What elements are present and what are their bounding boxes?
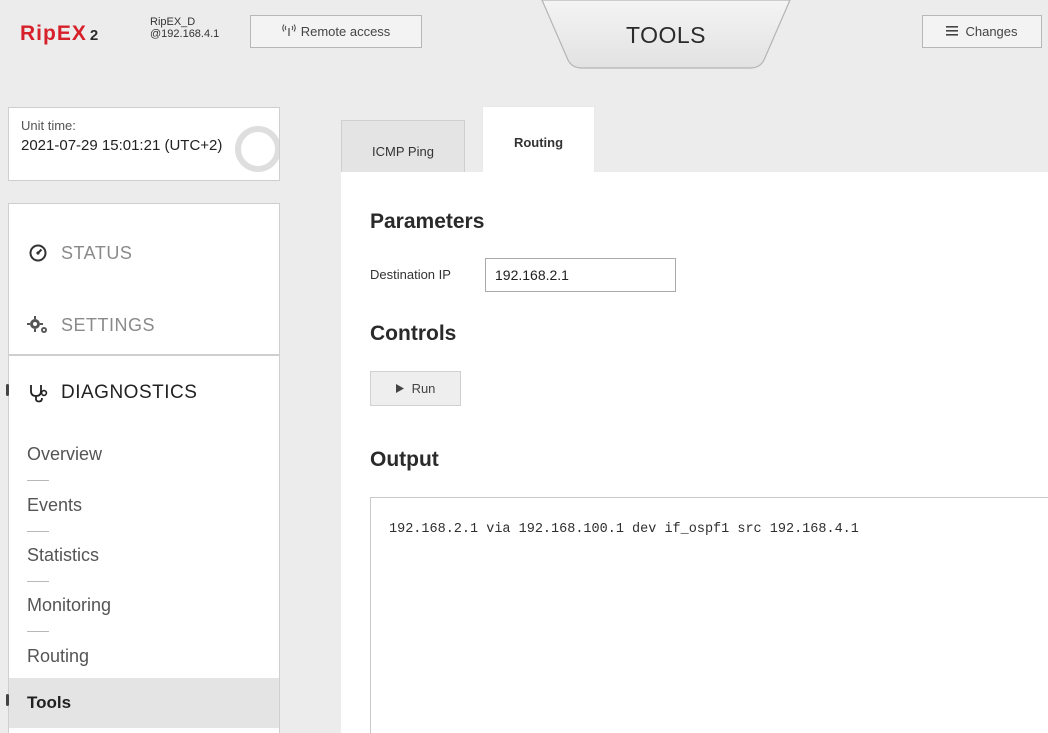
sidebar-item-label: Overview xyxy=(27,443,103,464)
ripex-logo: RipEX 2 xyxy=(20,22,99,46)
run-button[interactable]: Run xyxy=(370,371,461,406)
nav-item-diagnostics[interactable]: DIAGNOSTICS xyxy=(9,362,279,424)
unit-time-panel: Unit time: 2021-07-29 15:01:21 (UTC+2) xyxy=(8,107,280,181)
top-header: RipEX 2 RipEX_D @192.168.4.1 Remote acces… xyxy=(0,0,1048,70)
tab-routing[interactable]: Routing xyxy=(482,106,595,172)
nav-status-label: STATUS xyxy=(61,242,133,263)
gears-icon xyxy=(27,316,49,334)
tab-icmp-ping[interactable]: ICMP Ping xyxy=(341,120,465,172)
nav-diagnostics-label: DIAGNOSTICS xyxy=(61,382,198,403)
changes-label: Changes xyxy=(965,24,1018,39)
diagnostics-marker xyxy=(6,384,9,396)
page-title-tab: TOOLS xyxy=(536,0,796,70)
remote-access-button[interactable]: Remote access xyxy=(250,15,422,48)
remote-access-label: Remote access xyxy=(300,24,391,39)
logo-text: RipEX xyxy=(20,22,87,45)
sidebar-item-monitoring[interactable]: Monitoring xyxy=(9,580,279,632)
stethoscope-icon xyxy=(27,383,49,403)
sidebar-item-label: Statistics xyxy=(27,544,100,565)
unit-time-label: Unit time: xyxy=(21,118,76,133)
main-navigation: STATUS SETTINGS DIAGNOSTICS Overview Eve… xyxy=(8,203,280,733)
parameters-heading: Parameters xyxy=(370,210,485,233)
unit-identity: RipEX_D @192.168.4.1 xyxy=(150,16,219,40)
tab-label: ICMP Ping xyxy=(372,144,434,159)
nav-item-status[interactable]: STATUS xyxy=(9,222,279,284)
unit-ip: @192.168.4.1 xyxy=(150,28,220,40)
clock-indicator-icon xyxy=(235,126,279,172)
changes-button[interactable]: Changes xyxy=(922,15,1042,48)
list-icon xyxy=(946,24,959,39)
sidebar-item-overview[interactable]: Overview xyxy=(9,429,279,481)
gauge-icon xyxy=(27,244,49,262)
output-heading: Output xyxy=(370,448,439,471)
page-title: TOOLS xyxy=(625,22,707,48)
antenna-icon xyxy=(281,24,296,39)
sidebar-item-events[interactable]: Events xyxy=(9,480,279,532)
output-console: 192.168.2.1 via 192.168.100.1 dev if_osp… xyxy=(370,497,1048,733)
destination-ip-label: Destination IP xyxy=(370,267,451,282)
nav-item-settings[interactable]: SETTINGS xyxy=(9,294,279,356)
routing-tool-panel: Parameters Destination IP Controls Run O… xyxy=(341,172,1048,733)
run-label: Run xyxy=(411,381,436,396)
tools-marker xyxy=(6,694,9,706)
sidebar-item-tools[interactable]: Tools xyxy=(9,678,279,728)
sidebar-item-label: Routing xyxy=(27,645,90,666)
unit-name: RipEX_D xyxy=(150,16,196,28)
play-icon xyxy=(395,381,404,396)
sidebar-item-label: Tools xyxy=(27,693,72,712)
nav-settings-label: SETTINGS xyxy=(61,314,156,335)
sidebar-item-routing[interactable]: Routing xyxy=(9,631,279,681)
sidebar-item-label: Events xyxy=(27,494,83,515)
logo-number: 2 xyxy=(89,27,100,44)
destination-ip-input[interactable] xyxy=(485,258,676,292)
controls-heading: Controls xyxy=(370,322,457,345)
tab-label: Routing xyxy=(513,135,564,150)
sidebar-item-statistics[interactable]: Statistics xyxy=(9,530,279,582)
sidebar-item-label: Monitoring xyxy=(27,594,112,615)
